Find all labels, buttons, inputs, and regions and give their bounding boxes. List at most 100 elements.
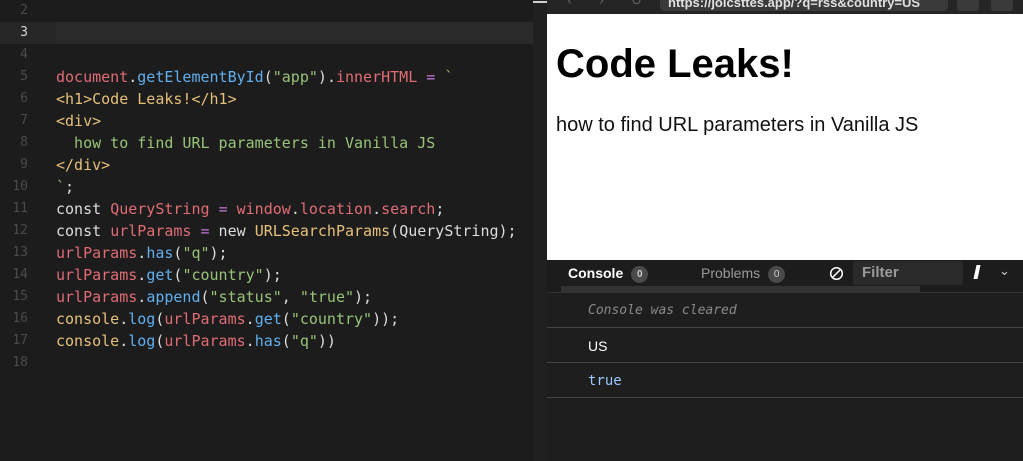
code-token: = [426,68,436,86]
code-text: `; [56,176,74,198]
preview-text: how to find URL parameters in Vanilla JS [556,114,919,136]
line-number: 12 [12,223,28,238]
code-token: , [281,288,300,306]
code-line[interactable]: 3 [0,22,533,44]
code-token: "true" [299,288,355,306]
code-token: QueryString [110,200,210,218]
code-text: <div> [56,110,101,132]
code-token: . [137,288,147,306]
code-token: . [128,68,138,86]
line-number: 5 [20,69,28,84]
code-line[interactable]: 12 const urlParams = new URLSearchParams(… [0,220,533,242]
code-token: "country" [182,266,264,284]
filter-input[interactable]: Filter [853,261,963,285]
code-token: <div> [56,112,102,130]
url-bar[interactable]: https://jolcsttes.app/?q=rss&country=US [660,0,948,11]
code-line[interactable]: 16 console.log(urlParams.get("country")); [0,308,533,330]
forward-icon[interactable]: › [599,0,604,9]
console-message: US [547,329,1023,363]
console-output: Console was cleared US true [547,294,1023,461]
code-line[interactable]: 2 [0,0,533,22]
line-number: 16 [12,311,28,326]
code-token: urlParams [164,332,246,350]
line-number: 10 [12,179,28,194]
code-token: urlParams [56,288,138,306]
code-text: </div> [56,154,110,176]
code-text: how to find URL parameters in Vanilla JS [56,132,435,154]
line-number: 4 [20,47,28,62]
code-token: append [146,288,201,306]
code-token: . [290,200,300,218]
code-token: log [128,332,156,350]
code-text: document.getElementById("app").innerHTML… [56,66,453,88]
code-token: search [381,200,436,218]
code-token: document [56,68,129,86]
code-line[interactable]: 7 <div> [0,110,533,132]
line-number: 7 [20,113,28,128]
code-line[interactable]: 9 </div> [0,154,533,176]
panel-divider[interactable] [533,0,547,461]
code-token: ( [281,332,291,350]
tab-label: Problems [701,265,761,281]
code-line[interactable]: 18 [0,352,533,374]
code-token: urlParams [56,244,138,262]
code-line[interactable]: 10 `; [0,176,533,198]
code-text: <h1>Code Leaks!</h1> [56,88,237,110]
menu-icon[interactable] [533,1,547,3]
tab-console[interactable]: Console 0 [568,260,649,286]
code-line[interactable]: 15 urlParams.append("status", "true"); [0,286,533,308]
code-line[interactable]: 11 const QueryString = window.location.se… [0,198,533,220]
code-line[interactable]: 17 console.log(urlParams.has("q")) [0,330,533,352]
line-number: 8 [20,135,28,150]
code-token: ( [281,310,291,328]
code-token: "status" [209,288,282,306]
code-token: console [56,332,120,350]
back-icon[interactable]: ‹ [567,0,572,9]
code-token: <h1>Code Leaks!</h1> [56,90,237,108]
code-text: console.log(urlParams.get("country")); [56,308,399,330]
code-line[interactable]: 13 urlParams.has("q"); [0,242,533,264]
code-token: ); [263,266,282,284]
count-badge: 0 [631,266,649,283]
code-token: ); [498,222,517,240]
code-line[interactable]: 4 [0,44,533,66]
code-token: "app" [272,68,318,86]
preview-heading: Code Leaks! [556,42,794,86]
code-token: . [137,244,147,262]
code-line[interactable]: 8 how to find URL parameters in Vanilla … [0,132,533,154]
code-token: has [254,332,282,350]
scrollbar[interactable] [561,286,920,292]
code-editor[interactable]: 2 3 4 5 document.getElementById("app").inner… [0,0,533,461]
line-number: 17 [12,333,28,348]
open-new-window-button[interactable] [991,0,1013,11]
code-token: . [245,310,255,328]
line-number: 11 [12,201,28,216]
line-number: 13 [12,245,28,260]
code-line[interactable]: 14 urlParams.get("country"); [0,264,533,286]
count-badge: 0 [768,266,786,283]
download-button[interactable] [957,0,979,11]
code-token: ( [200,288,210,306]
code-line[interactable]: 6 <h1>Code Leaks!</h1> [0,88,533,110]
code-token: location [299,200,373,218]
code-token: = [218,200,228,218]
code-line[interactable]: 5 document.getElementById("app").innerHTM… [0,66,533,88]
reload-icon[interactable]: ↻ [631,0,642,9]
code-token: . [245,332,255,350]
code-token: . [119,310,129,328]
tab-problems[interactable]: Problems 0 [701,260,786,286]
code-text: urlParams.append("status", "true"); [56,286,372,308]
chevron-down-icon[interactable]: ⌄ [999,264,1010,279]
clear-console-icon[interactable] [829,266,844,281]
code-token: new [209,222,255,240]
code-token: const [56,222,111,240]
overflow-tab[interactable] [973,265,981,279]
tab-label: Console [568,265,624,281]
code-token: )); [372,310,400,328]
preview-panel: ‹ › ↻ https://jolcsttes.app/?q=rss&count… [547,0,1023,461]
code-token: "country" [290,310,373,328]
